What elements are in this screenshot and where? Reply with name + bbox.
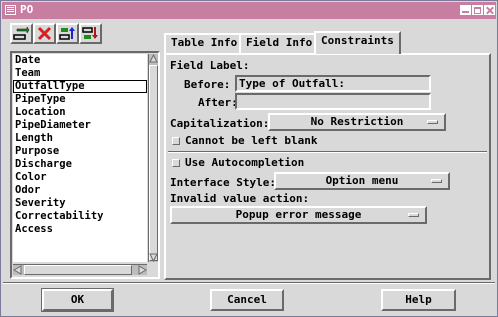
capitalization-label: Capitalization: <box>170 117 270 130</box>
close-window-icon[interactable] <box>484 5 495 15</box>
tab-constraints[interactable]: Constraints <box>314 31 401 54</box>
button-area-divider <box>3 282 495 284</box>
before-label: Before: <box>184 78 231 91</box>
capitalization-option-menu[interactable]: No Restriction <box>268 113 446 131</box>
tab-field-info[interactable]: Field Info <box>239 33 320 53</box>
scroll-left-icon[interactable] <box>13 265 23 275</box>
invalid-action-value: Popup error message <box>235 208 362 221</box>
field-list-item[interactable]: Color <box>13 171 147 184</box>
field-list-item[interactable]: Team <box>13 67 147 80</box>
constraints-panel: Field Label: Before: Type of Outfall: Af… <box>164 53 491 280</box>
horizontal-scroll-thumb[interactable] <box>24 265 132 275</box>
title-bar[interactable]: PO <box>2 2 496 19</box>
scroll-right-icon[interactable] <box>137 265 147 275</box>
window-title: PO <box>20 3 34 16</box>
scroll-up-icon[interactable] <box>149 54 158 64</box>
capitalization-value: No Restriction <box>310 115 404 128</box>
section-divider <box>168 151 487 153</box>
invalid-action-option-menu[interactable]: Popup error message <box>170 206 427 224</box>
cannot-blank-label: Cannot be left blank <box>185 134 318 147</box>
field-list-item[interactable]: Access <box>13 223 147 236</box>
field-list-item[interactable]: Discharge <box>13 158 147 171</box>
field-list[interactable]: Date Team OutfallType PipeType Location PipeD… <box>10 51 160 279</box>
autocompletion-label: Use Autocompletion <box>185 156 305 169</box>
tab-table-info[interactable]: Table Info <box>164 33 245 53</box>
vertical-scrollbar[interactable] <box>148 54 158 262</box>
minimize-icon[interactable] <box>460 5 471 15</box>
autocompletion-checkbox[interactable] <box>172 159 180 167</box>
option-menu-indicator-icon <box>427 120 438 124</box>
field-list-item[interactable]: Severity <box>13 197 147 210</box>
field-list-item[interactable]: Date <box>13 54 147 67</box>
move-field-down-button[interactable] <box>79 23 102 44</box>
vertical-scroll-thumb[interactable] <box>149 65 158 261</box>
cannot-blank-checkbox[interactable] <box>172 137 180 145</box>
field-list-item[interactable]: PipeType <box>13 93 147 106</box>
field-list-item[interactable]: PipeDiameter <box>13 119 147 132</box>
field-list-item[interactable]: Purpose <box>13 145 147 158</box>
application-window: PO Date Team OutfallType PipeType Location Pi <box>0 0 498 317</box>
ok-button[interactable]: OK <box>42 289 113 311</box>
field-list-item[interactable]: Location <box>13 106 147 119</box>
horizontal-scrollbar[interactable] <box>13 264 147 275</box>
interface-style-option-menu[interactable]: Option menu <box>274 172 450 190</box>
interface-style-label: Interface Style: <box>170 176 276 189</box>
cancel-button[interactable]: Cancel <box>210 289 284 311</box>
delete-field-button[interactable] <box>33 23 56 44</box>
window-menu-icon[interactable] <box>5 5 16 15</box>
after-label: After: <box>198 96 238 109</box>
scroll-down-icon[interactable] <box>149 252 158 262</box>
field-list-item[interactable]: OutfallType <box>13 80 147 93</box>
move-up-icon <box>59 27 75 40</box>
add-field-icon <box>13 26 30 40</box>
option-menu-indicator-icon <box>408 213 419 217</box>
move-down-icon <box>82 27 98 39</box>
field-list-item[interactable]: Correctability <box>13 210 147 223</box>
option-menu-indicator-icon <box>431 179 442 183</box>
maximize-icon[interactable] <box>472 5 483 15</box>
field-list-item[interactable]: Length <box>13 132 147 145</box>
field-list-items[interactable]: Date Team OutfallType PipeType Location PipeD… <box>13 54 147 262</box>
invalid-action-label: Invalid value action: <box>170 192 310 205</box>
delete-icon <box>37 26 52 41</box>
before-text-field[interactable]: Type of Outfall: <box>235 75 431 92</box>
move-field-up-button[interactable] <box>56 23 79 44</box>
help-button[interactable]: Help <box>381 289 456 311</box>
field-list-item[interactable]: Odor <box>13 184 147 197</box>
field-label-heading: Field Label: <box>170 59 250 72</box>
interface-style-value: Option menu <box>325 174 399 187</box>
after-text-field[interactable] <box>235 93 431 110</box>
add-field-button[interactable] <box>10 23 33 44</box>
